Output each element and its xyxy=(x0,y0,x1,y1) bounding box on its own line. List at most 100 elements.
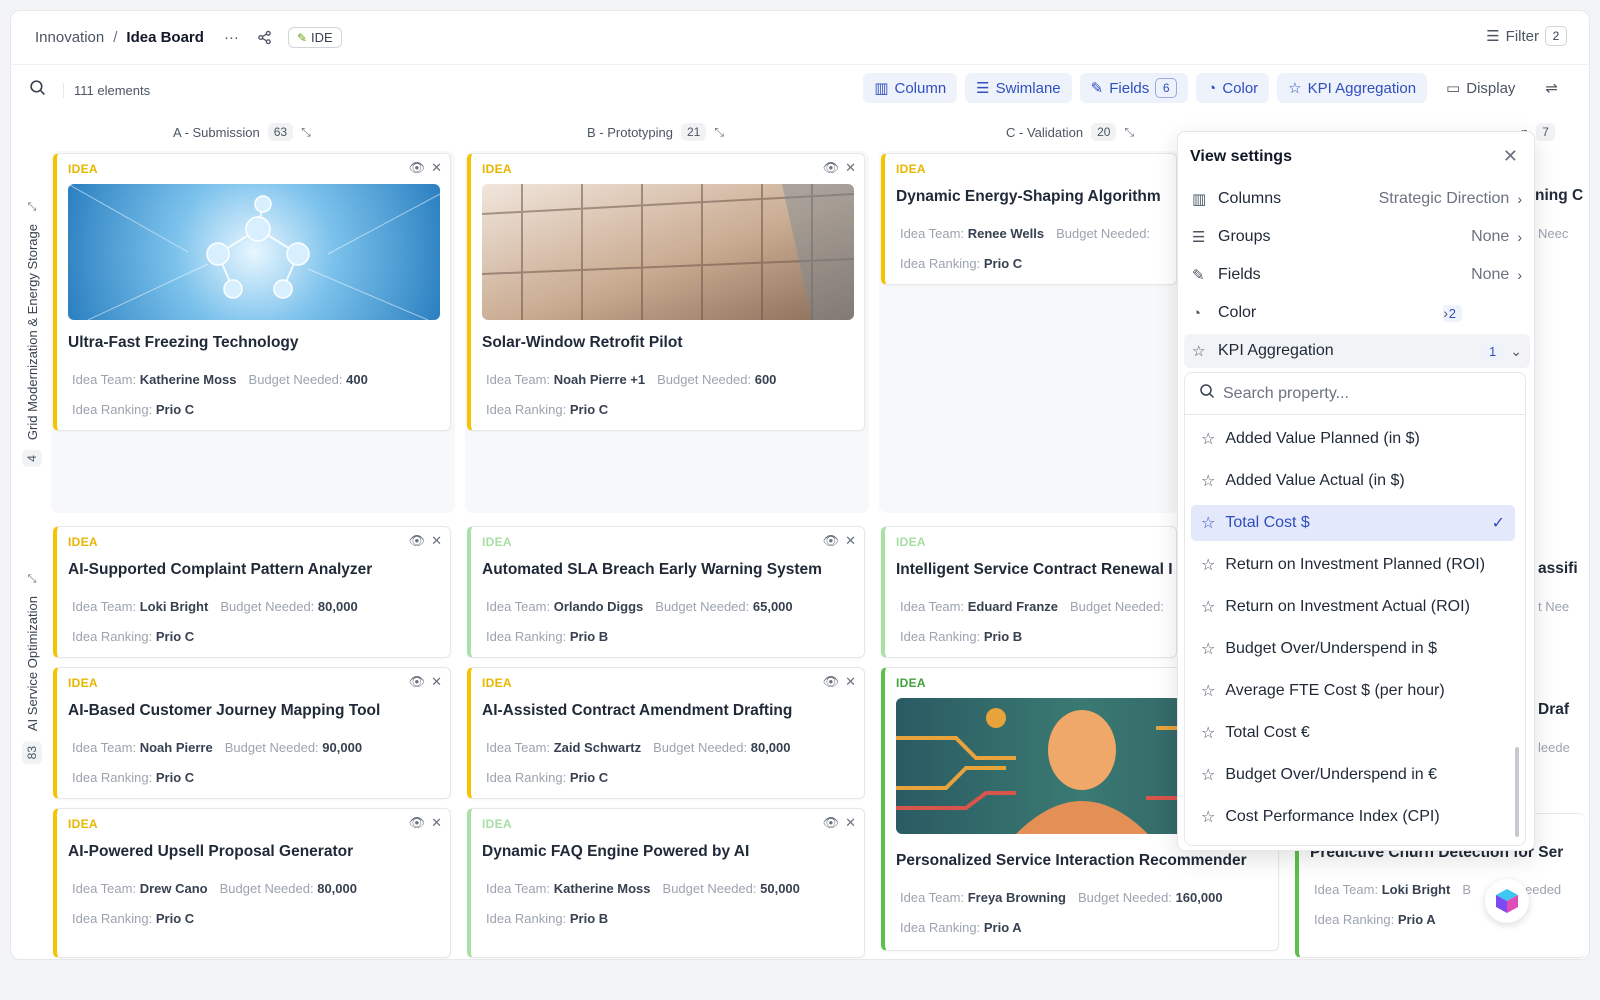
close-icon[interactable]: ✕ xyxy=(845,674,856,690)
kpi-option[interactable]: ☆ Added Value Actual (in $) xyxy=(1191,463,1515,499)
card-tag: IDEA xyxy=(68,676,98,690)
kpi-option-selected[interactable]: ☆ Total Cost $ ✓ xyxy=(1191,505,1515,541)
idea-card[interactable]: IDEA 👁 ✕ AI-Assisted Contract Amendment D… xyxy=(467,667,865,799)
setting-label: Groups xyxy=(1218,228,1271,245)
chevron-down-icon: ⌄ xyxy=(1510,342,1522,359)
idea-card[interactable]: IDEA 👁 ✕ Ultra-Fast Freezing Technology I… xyxy=(53,153,451,431)
eye-icon[interactable]: 👁 xyxy=(823,815,840,831)
card-meta-team: Idea Team: Noah Pierre +1 Budget Needed: … xyxy=(486,372,788,387)
collapse-icon[interactable]: ⤡ xyxy=(301,125,311,140)
card-meta-ranking: Idea Ranking: Prio B xyxy=(486,629,620,644)
collapse-icon[interactable]: ⤡ xyxy=(1124,125,1134,140)
setting-fields[interactable]: ✎ Fields None › xyxy=(1184,258,1530,292)
team-value: Katherine Moss xyxy=(553,881,651,896)
collapse-icon[interactable]: ⤡ xyxy=(28,201,37,214)
meta-label: Budget Needed: xyxy=(655,599,750,614)
idea-card[interactable]: IDEA 👁 ✕ AI-Based Customer Journey Mappin… xyxy=(53,667,451,799)
setting-columns[interactable]: ▥ Columns Strategic Direction › xyxy=(1184,182,1530,216)
column-count: 21 xyxy=(681,123,707,141)
idea-card[interactable]: IDEA Dynamic Energy-Shaping Algorithm Id… xyxy=(881,153,1177,285)
idea-card[interactable]: IDEA Intelligent Service Contract Renewa… xyxy=(881,526,1177,658)
meta-label: Budget Needed: xyxy=(1056,226,1151,241)
star-icon: ☆ xyxy=(1201,767,1216,784)
card-meta-ranking: Idea Ranking: Prio A xyxy=(900,920,1034,935)
card-title: Solar-Window Retrofit Pilot xyxy=(482,334,683,351)
search-icon[interactable] xyxy=(29,79,63,101)
ide-badge[interactable]: ✎ IDE xyxy=(287,27,342,48)
close-icon[interactable]: ✕ xyxy=(431,674,442,690)
lane-count: 83 xyxy=(22,741,42,765)
budget-value: 80,000 xyxy=(317,881,357,896)
kpi-option[interactable]: ☆ Total Cost € xyxy=(1191,715,1515,751)
collapse-icon[interactable]: ⤡ xyxy=(714,125,724,140)
star-icon: ☆ xyxy=(1192,343,1206,360)
setting-groups[interactable]: ☰ Groups None › xyxy=(1184,220,1530,254)
column-header-b: B - Prototyping 21 ⤡ xyxy=(587,123,724,141)
kpi-option[interactable]: ☆ Return on Investment Actual (ROI) xyxy=(1191,589,1515,625)
ranking-value: Prio C xyxy=(155,402,195,417)
close-icon[interactable]: ✕ xyxy=(431,815,442,831)
card-meta-ranking: Idea Ranking: Prio C xyxy=(72,911,206,926)
card-tag: IDEA xyxy=(482,817,512,831)
share-icon[interactable] xyxy=(257,30,272,45)
filter-button[interactable]: ☰ Filter 2 xyxy=(1486,26,1567,46)
close-icon[interactable]: ✕ xyxy=(845,815,856,831)
top-bar: Innovation / Idea Board ··· ✎ IDE ☰ Filt… xyxy=(11,11,1589,65)
ide-label: IDE xyxy=(311,30,333,45)
setting-kpi-aggregation[interactable]: ☆ KPI Aggregation 1 ⌄ xyxy=(1184,334,1530,368)
color-button[interactable]: ◔ Color xyxy=(1196,73,1270,103)
setting-label: Fields xyxy=(1218,266,1261,283)
property-search-input[interactable] xyxy=(1223,384,1493,403)
columns-icon: ▥ xyxy=(874,80,889,97)
meta-label: Idea Ranking: xyxy=(486,402,567,417)
eye-icon[interactable]: 👁 xyxy=(823,674,840,690)
fields-button[interactable]: ✎ Fields 6 xyxy=(1079,73,1189,103)
eye-icon[interactable]: 👁 xyxy=(823,160,840,176)
meta-label: Idea Team: xyxy=(900,599,965,614)
idea-card[interactable]: IDEA 👁 ✕ Solar-Window Retrofit Pilot Idea… xyxy=(467,153,865,431)
eye-icon[interactable]: 👁 xyxy=(409,533,426,549)
option-label: Budget Over/Underspend in $ xyxy=(1225,640,1438,657)
idea-card[interactable]: IDEA 👁 ✕ Automated SLA Breach Early Warni… xyxy=(467,526,865,658)
kpi-option[interactable]: ☆ Budget Over/Underspend in $ xyxy=(1191,631,1515,667)
display-button[interactable]: ▭ Display xyxy=(1435,73,1526,103)
idea-card[interactable]: IDEA 👁 ✕ AI-Powered Upsell Proposal Gener… xyxy=(53,808,451,958)
kpi-option[interactable]: ☆ Average FTE Cost $ (per hour) xyxy=(1191,673,1515,709)
kpi-option[interactable]: ☆ Cost Performance Index (CPI) xyxy=(1191,799,1515,835)
leaf-icon: ✎ xyxy=(296,30,307,45)
eye-icon[interactable]: 👁 xyxy=(409,674,426,690)
card-title: AI-Assisted Contract Amendment Drafting xyxy=(482,702,793,719)
swimlane-button[interactable]: ☰ Swimlane xyxy=(965,73,1072,103)
team-value: Drew Cano xyxy=(139,881,208,896)
card-image-molecule xyxy=(68,184,440,320)
kpi-option[interactable]: ☆ Budget Over/Underspend in € xyxy=(1191,757,1515,793)
eye-icon[interactable]: 👁 xyxy=(823,533,840,549)
meta-label: Budget Needed: xyxy=(224,740,319,755)
assistant-button[interactable] xyxy=(1485,879,1529,923)
chevron-right-icon: › xyxy=(1443,305,1448,321)
property-search xyxy=(1185,373,1525,415)
settings-sliders-icon[interactable]: ⇌ xyxy=(1534,73,1569,103)
collapse-icon[interactable]: ⤡ xyxy=(28,573,37,586)
close-icon[interactable]: ✕ xyxy=(845,533,856,549)
more-icon[interactable]: ··· xyxy=(224,29,239,46)
idea-card[interactable]: IDEA 👁 ✕ AI-Supported Complaint Pattern A… xyxy=(53,526,451,658)
close-icon[interactable]: ✕ xyxy=(431,160,442,176)
idea-card[interactable]: IDEA 👁 ✕ Dynamic FAQ Engine Powered by AI… xyxy=(467,808,865,958)
setting-label: KPI Aggregation xyxy=(1218,342,1334,359)
kpi-option[interactable]: ☆ Added Value Planned (in $) xyxy=(1191,421,1515,457)
card-meta-team: Idea Team: Loki Bright Budget Needed: 80,… xyxy=(72,599,370,614)
close-icon[interactable]: ✕ xyxy=(1503,146,1518,167)
kpi-option[interactable]: ☆ Return on Investment Planned (ROI) xyxy=(1191,547,1515,583)
column-button[interactable]: ▥ Column xyxy=(863,73,958,103)
dropdown-scrollbar[interactable] xyxy=(1515,747,1519,837)
setting-value: Strategic Direction xyxy=(1378,190,1510,207)
edit-icon: ✎ xyxy=(1192,267,1205,284)
close-icon[interactable]: ✕ xyxy=(845,160,856,176)
eye-icon[interactable]: 👁 xyxy=(409,160,426,176)
close-icon[interactable]: ✕ xyxy=(431,533,442,549)
kpi-aggregation-button[interactable]: ☆ KPI Aggregation xyxy=(1277,73,1428,103)
setting-color[interactable]: ◔ Color 2 › xyxy=(1184,296,1530,330)
breadcrumb-root[interactable]: Innovation xyxy=(35,29,104,46)
eye-icon[interactable]: 👁 xyxy=(409,815,426,831)
